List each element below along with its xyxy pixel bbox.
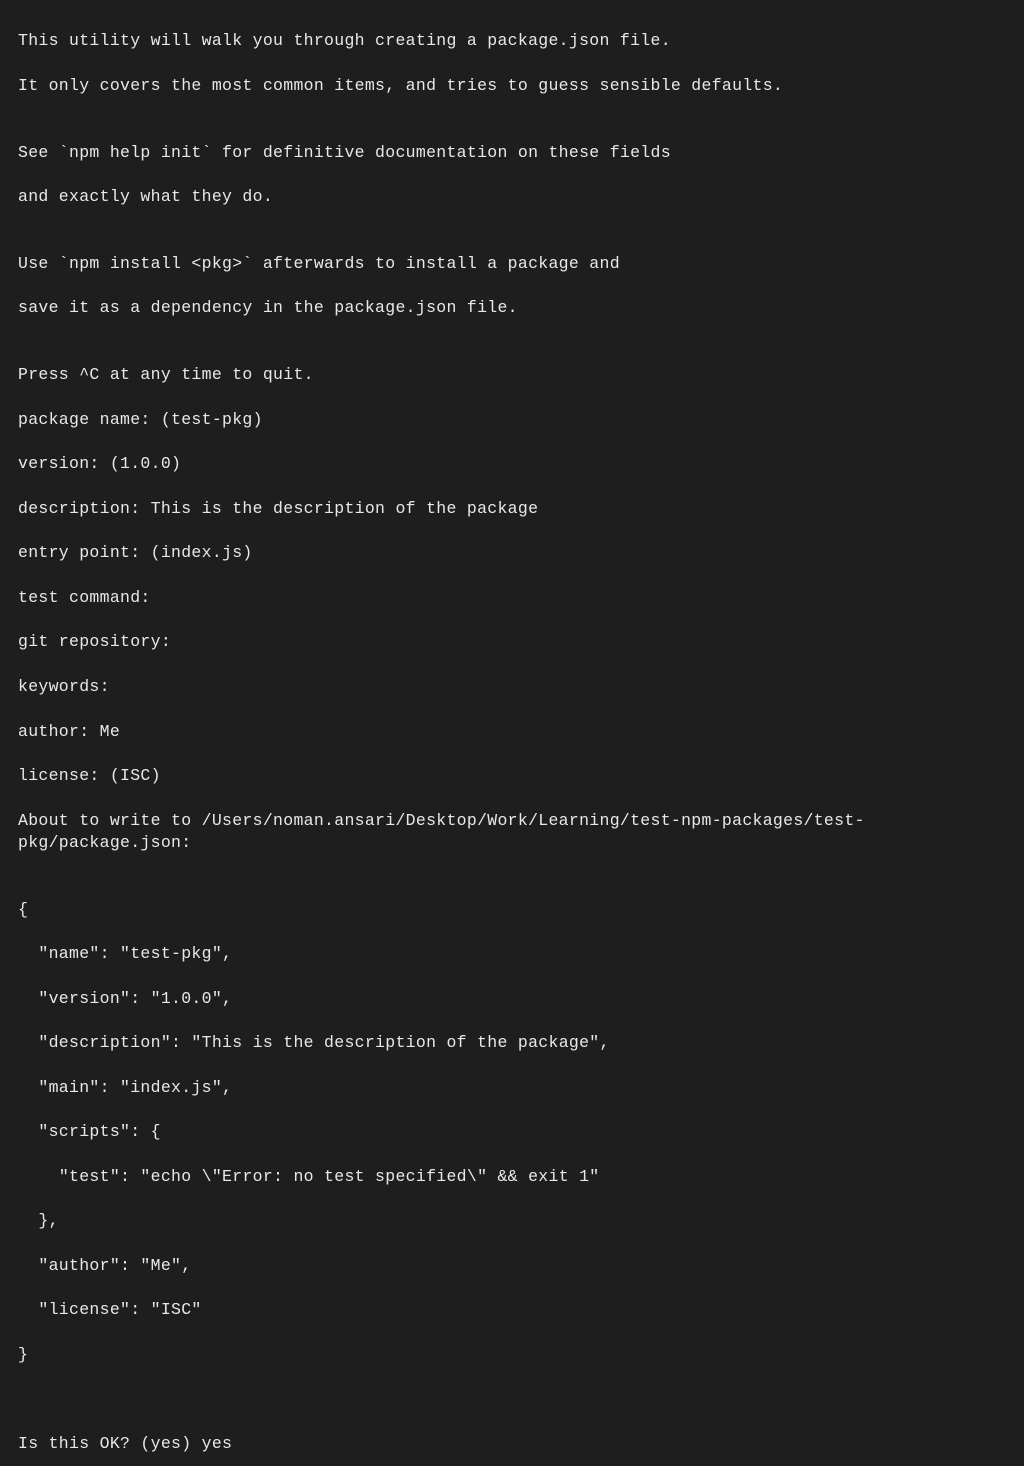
prompt-description: description: This is the description of … bbox=[18, 498, 1006, 520]
json-license: "license": "ISC" bbox=[18, 1299, 1006, 1321]
json-description: "description": "This is the description … bbox=[18, 1032, 1006, 1054]
prompt-package-name: package name: (test-pkg) bbox=[18, 409, 1006, 431]
json-test: "test": "echo \"Error: no test specified… bbox=[18, 1166, 1006, 1188]
json-version: "version": "1.0.0", bbox=[18, 988, 1006, 1010]
json-name: "name": "test-pkg", bbox=[18, 943, 1006, 965]
intro-line-2: It only covers the most common items, an… bbox=[18, 75, 1006, 97]
prompt-license: license: (ISC) bbox=[18, 765, 1006, 787]
json-scripts-open: "scripts": { bbox=[18, 1121, 1006, 1143]
json-author: "author": "Me", bbox=[18, 1255, 1006, 1277]
prompt-version: version: (1.0.0) bbox=[18, 453, 1006, 475]
intro-line-1: This utility will walk you through creat… bbox=[18, 30, 1006, 52]
prompt-keywords: keywords: bbox=[18, 676, 1006, 698]
intro-line-4: and exactly what they do. bbox=[18, 186, 1006, 208]
prompt-test-command: test command: bbox=[18, 587, 1006, 609]
prompt-entry-point: entry point: (index.js) bbox=[18, 542, 1006, 564]
about-to-write: About to write to /Users/noman.ansari/De… bbox=[18, 810, 1006, 855]
intro-line-6: save it as a dependency in the package.j… bbox=[18, 297, 1006, 319]
json-close-brace: } bbox=[18, 1344, 1006, 1366]
json-main: "main": "index.js", bbox=[18, 1077, 1006, 1099]
json-scripts-close: }, bbox=[18, 1210, 1006, 1232]
intro-line-7: Press ^C at any time to quit. bbox=[18, 364, 1006, 386]
prompt-git-repository: git repository: bbox=[18, 631, 1006, 653]
confirm-prompt: Is this OK? (yes) yes bbox=[18, 1433, 1006, 1455]
prompt-author: author: Me bbox=[18, 721, 1006, 743]
json-open-brace: { bbox=[18, 899, 1006, 921]
intro-line-3: See `npm help init` for definitive docum… bbox=[18, 142, 1006, 164]
intro-line-5: Use `npm install <pkg>` afterwards to in… bbox=[18, 253, 1006, 275]
terminal-output[interactable]: This utility will walk you through creat… bbox=[18, 8, 1006, 1466]
